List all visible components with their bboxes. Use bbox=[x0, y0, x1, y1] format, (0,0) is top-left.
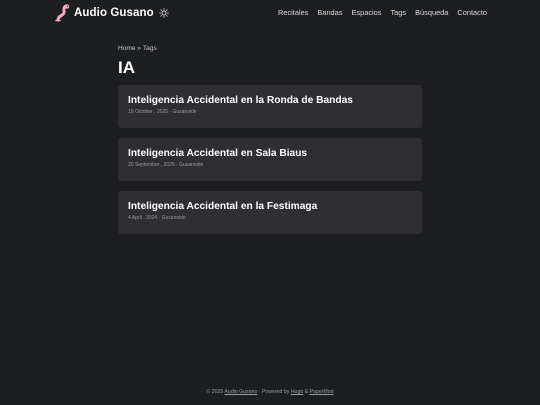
post-date: 19 October , 2025 bbox=[128, 109, 169, 115]
post-title[interactable]: Inteligencia Accidental en la Ronda de B… bbox=[128, 95, 412, 106]
post-author: Gusanoide bbox=[161, 215, 186, 221]
menu-item-bandas[interactable]: Bandas bbox=[317, 8, 342, 17]
main-content: Home » Tags IA Inteligencia Accidental e… bbox=[118, 45, 422, 244]
post-meta: 4 April , 2024 · Gusanoide bbox=[128, 215, 412, 221]
breadcrumb-home-link[interactable]: Home bbox=[118, 45, 136, 52]
post-author: Gusanoide bbox=[179, 162, 204, 168]
site-footer: © 2025 Audio Gusano · Powered by Hugo & … bbox=[0, 389, 540, 395]
footer-copyright: © 2025 bbox=[206, 389, 225, 395]
breadcrumb-tags-link[interactable]: Tags bbox=[143, 45, 157, 52]
post-meta: 20 September , 2025 · Gusanoide bbox=[128, 162, 412, 168]
footer-powered-by: · Powered by bbox=[257, 389, 291, 395]
menu-item-recitales[interactable]: Recitales bbox=[278, 8, 308, 17]
post-entry[interactable]: Inteligencia Accidental en Sala Biaus 20… bbox=[118, 138, 422, 181]
menu-item-busqueda[interactable]: Búsqueda bbox=[415, 8, 448, 17]
post-date: 20 September , 2025 bbox=[128, 162, 175, 168]
post-date: 4 April , 2024 bbox=[128, 215, 158, 221]
breadcrumb-separator: » bbox=[135, 45, 143, 52]
site-logo-link[interactable]: Audio Gusano bbox=[54, 4, 169, 22]
post-author: Gusanoide bbox=[172, 109, 197, 115]
post-meta: 19 October , 2025 · Gusanoide bbox=[128, 109, 412, 115]
site-header: Audio Gusano Recitales Bandas Espacios T… bbox=[0, 0, 540, 26]
site-title[interactable]: Audio Gusano bbox=[74, 7, 154, 19]
post-entry[interactable]: Inteligencia Accidental en la Ronda de B… bbox=[118, 85, 422, 128]
menu-item-tags[interactable]: Tags bbox=[390, 8, 406, 17]
post-title[interactable]: Inteligencia Accidental en la Festimaga bbox=[128, 201, 412, 212]
post-list: Inteligencia Accidental en la Ronda de B… bbox=[118, 85, 422, 234]
footer-papermod-link[interactable]: PaperMod bbox=[310, 389, 334, 395]
menu-item-espacios[interactable]: Espacios bbox=[351, 8, 381, 17]
page-title: IA bbox=[118, 58, 135, 77]
sun-icon[interactable] bbox=[158, 8, 169, 18]
post-entry[interactable]: Inteligencia Accidental en la Festimaga … bbox=[118, 191, 422, 234]
menu-item-contacto[interactable]: Contacto bbox=[457, 8, 487, 17]
footer-site-link[interactable]: Audio Gusano bbox=[224, 389, 257, 395]
worm-icon bbox=[55, 4, 70, 22]
main-menu: Recitales Bandas Espacios Tags Búsqueda … bbox=[269, 8, 487, 17]
footer-hugo-link[interactable]: Hugo bbox=[291, 389, 303, 395]
post-title[interactable]: Inteligencia Accidental en Sala Biaus bbox=[128, 148, 412, 159]
breadcrumb: Home » Tags bbox=[118, 45, 422, 55]
